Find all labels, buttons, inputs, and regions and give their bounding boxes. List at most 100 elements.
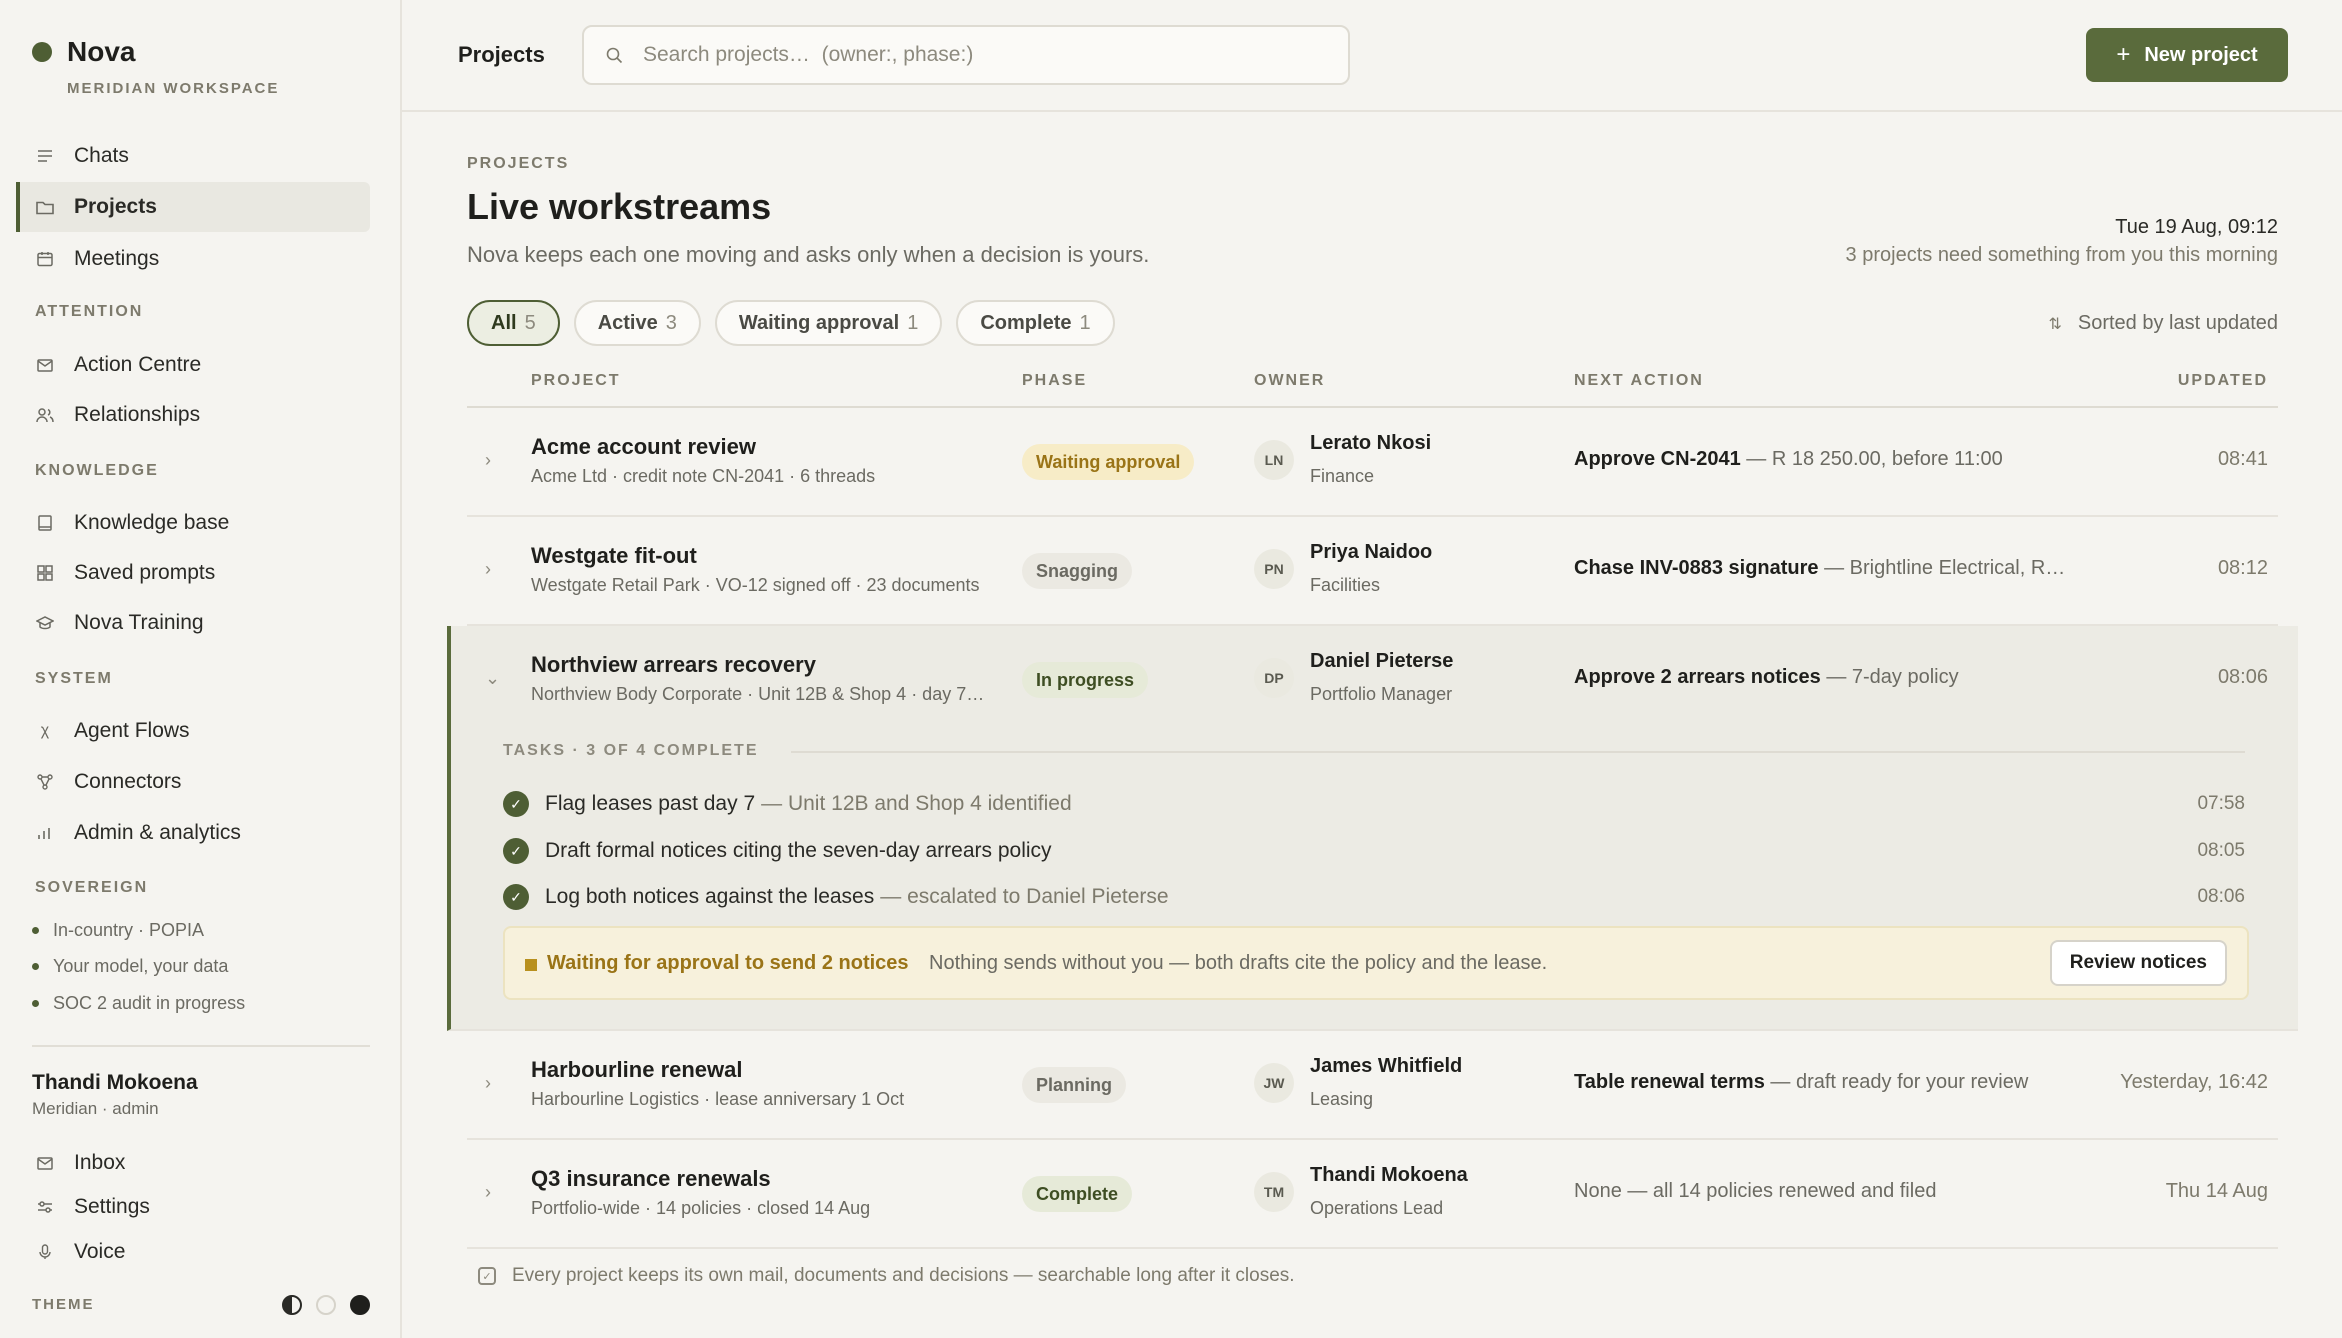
chevron-right-icon[interactable]: › <box>485 1182 491 1203</box>
theme-dark-button[interactable] <box>350 1295 370 1315</box>
project-name: Northview arrears recovery <box>531 652 816 677</box>
divider <box>791 751 2245 753</box>
theme-auto-button[interactable] <box>282 1295 302 1315</box>
filter-count: 3 <box>665 311 677 334</box>
owner-name: Daniel Pieterse <box>1310 650 1454 672</box>
updated-time: Yesterday, 16:42 <box>2120 1071 2268 1093</box>
table-row-expanded[interactable]: ⌄ Northview arrears recovery Northview B… <box>447 626 2298 1031</box>
sidebar-item-label: Settings <box>74 1195 150 1218</box>
filter-active[interactable]: Active 3 <box>573 300 701 346</box>
sidebar-item-knowledge-base[interactable]: Knowledge base <box>16 498 370 548</box>
chevron-down-icon[interactable]: ⌄ <box>485 668 500 689</box>
sovereign-item-label: SOC 2 audit in progress <box>53 993 246 1013</box>
sovereign-item-label: In-country · POPIA <box>53 920 205 940</box>
column-project[interactable]: PROJECT <box>531 372 621 390</box>
filter-count: 1 <box>1079 311 1091 334</box>
review-notices-button[interactable]: Review notices <box>2049 940 2227 986</box>
updated-time: 08:12 <box>2217 557 2268 579</box>
brand-logo-icon <box>32 42 52 62</box>
table-row[interactable]: › Harbourline renewal Harbourline Logist… <box>467 1031 2278 1140</box>
updated-time: Thu 14 Aug <box>2165 1180 2268 1202</box>
bullet-dot-icon <box>32 1000 39 1007</box>
sidebar-item-chats[interactable]: Chats <box>16 131 370 181</box>
table-row[interactable]: › Acme account review Acme Ltd · credit … <box>467 408 2278 517</box>
sidebar-item-connectors[interactable]: Connectors <box>16 757 370 807</box>
column-next-action[interactable]: NEXT ACTION <box>1574 372 1704 390</box>
task-item: ✓ Log both notices against the leases — … <box>503 884 2245 910</box>
sidebar-item-inbox[interactable]: Inbox <box>36 1151 125 1175</box>
sidebar-item-agent-flows[interactable]: χ Agent Flows <box>16 706 370 756</box>
page-eyebrow: PROJECTS <box>467 155 570 172</box>
sidebar-item-relationships[interactable]: Relationships <box>16 390 370 440</box>
sidebar-item-meetings[interactable]: Meetings <box>16 234 370 284</box>
owner-name: Priya Naidoo <box>1310 541 1433 563</box>
approval-title: Waiting for approval to send 2 notices <box>547 952 909 974</box>
sidebar-item-label: Voice <box>74 1240 126 1263</box>
sidebar-item-saved-prompts[interactable]: Saved prompts <box>16 548 370 598</box>
table-header: PROJECT PHASE OWNER NEXT ACTION UPDATED <box>467 360 2278 408</box>
task-text: Draft formal notices citing the seven-da… <box>545 839 1052 862</box>
plus-icon: + <box>2116 41 2131 68</box>
filter-all[interactable]: All 5 <box>467 300 560 346</box>
chevron-right-icon[interactable]: › <box>485 559 491 580</box>
chevron-right-icon[interactable]: › <box>485 450 491 471</box>
next-action-detail: None — all 14 policies renewed and filed <box>1574 1180 1937 1202</box>
sidebar-item-action-centre[interactable]: Action Centre <box>16 340 370 390</box>
project-meta: Harbourline Logistics · lease anniversar… <box>531 1089 905 1109</box>
graduation-cap-icon <box>36 614 54 632</box>
theme-light-button[interactable] <box>316 1295 336 1315</box>
filter-count: 5 <box>524 311 536 334</box>
approval-banner: Waiting for approval to send 2 notices N… <box>503 926 2249 1000</box>
section-sovereign: SOVEREIGN <box>35 879 149 896</box>
next-action-detail: — 7-day policy <box>1820 666 1959 688</box>
owner-role: Operations Lead <box>1310 1198 1444 1218</box>
topbar: Projects + New project <box>402 0 2342 112</box>
next-action-title: Chase INV-0883 signature <box>1574 557 1819 579</box>
table-row[interactable]: › Q3 insurance renewals Portfolio-wide ·… <box>467 1140 2278 1249</box>
phase-badge: Planning <box>1022 1067 1126 1103</box>
brand[interactable]: Nova <box>32 36 135 68</box>
sidebar-item-settings[interactable]: Settings <box>36 1195 150 1219</box>
search-box[interactable] <box>582 25 1350 85</box>
sidebar-item-label: Saved prompts <box>74 561 216 584</box>
owner-name: Lerato Nkosi <box>1310 432 1432 454</box>
user-name[interactable]: Thandi Mokoena <box>32 1071 198 1095</box>
sidebar-item-voice[interactable]: Voice <box>36 1240 125 1264</box>
column-owner[interactable]: OWNER <box>1254 372 1325 390</box>
row-summary[interactable]: ⌄ Northview arrears recovery Northview B… <box>467 626 2278 735</box>
attention-summary: 3 projects need something from you this … <box>1845 244 2278 266</box>
filter-complete[interactable]: Complete 1 <box>956 300 1115 346</box>
sidebar-item-nova-training[interactable]: Nova Training <box>16 598 370 648</box>
column-phase[interactable]: PHASE <box>1022 372 1087 390</box>
current-date: Tue 19 Aug, 09:12 <box>2115 216 2278 238</box>
search-input[interactable] <box>643 43 1323 67</box>
filter-waiting-approval[interactable]: Waiting approval 1 <box>714 300 943 346</box>
sidebar-item-label: Agent Flows <box>74 719 190 742</box>
new-project-button[interactable]: + New project <box>2086 28 2288 82</box>
project-name: Acme account review <box>531 434 756 459</box>
next-action-title: Table renewal terms <box>1574 1071 1765 1093</box>
main-subtitle: Nova keeps each one moving and asks only… <box>467 242 1150 267</box>
next-action-detail: — draft ready for your review <box>1764 1071 2029 1093</box>
sidebar-item-projects[interactable]: Projects <box>16 182 370 232</box>
chevron-right-icon[interactable]: › <box>485 1073 491 1094</box>
sort-icon: ⇅ <box>2048 315 2062 333</box>
sidebar-item-label: Action Centre <box>74 353 202 376</box>
next-action-detail: — R 18 250.00, before 11:00 <box>1740 448 2003 470</box>
task-time: 08:05 <box>2197 840 2245 861</box>
table-row[interactable]: › Westgate fit-out Westgate Retail Park … <box>467 517 2278 626</box>
next-action-detail: — Brightline Electrical, R… <box>1818 557 2066 579</box>
sort-control[interactable]: ⇅ Sorted by last updated <box>2048 312 2278 335</box>
filter-count: 1 <box>907 311 919 334</box>
filter-chips: All 5 Active 3 Waiting approval 1 Complete 1 <box>467 300 1115 346</box>
sliders-icon <box>36 1198 54 1216</box>
check-icon: ✓ <box>503 791 529 817</box>
new-project-label: New project <box>2144 43 2258 66</box>
approval-text: Nothing sends without you — both drafts … <box>929 952 1548 974</box>
sidebar-item-admin-analytics[interactable]: Admin & analytics <box>16 808 370 858</box>
theme-switcher <box>282 1295 370 1315</box>
theme-label: THEME <box>32 1296 95 1313</box>
sidebar: Nova MERIDIAN WORKSPACE Chats Projects M… <box>0 0 402 1338</box>
projects-table: PROJECT PHASE OWNER NEXT ACTION UPDATED … <box>447 360 2298 1249</box>
column-updated[interactable]: UPDATED <box>2178 372 2268 390</box>
